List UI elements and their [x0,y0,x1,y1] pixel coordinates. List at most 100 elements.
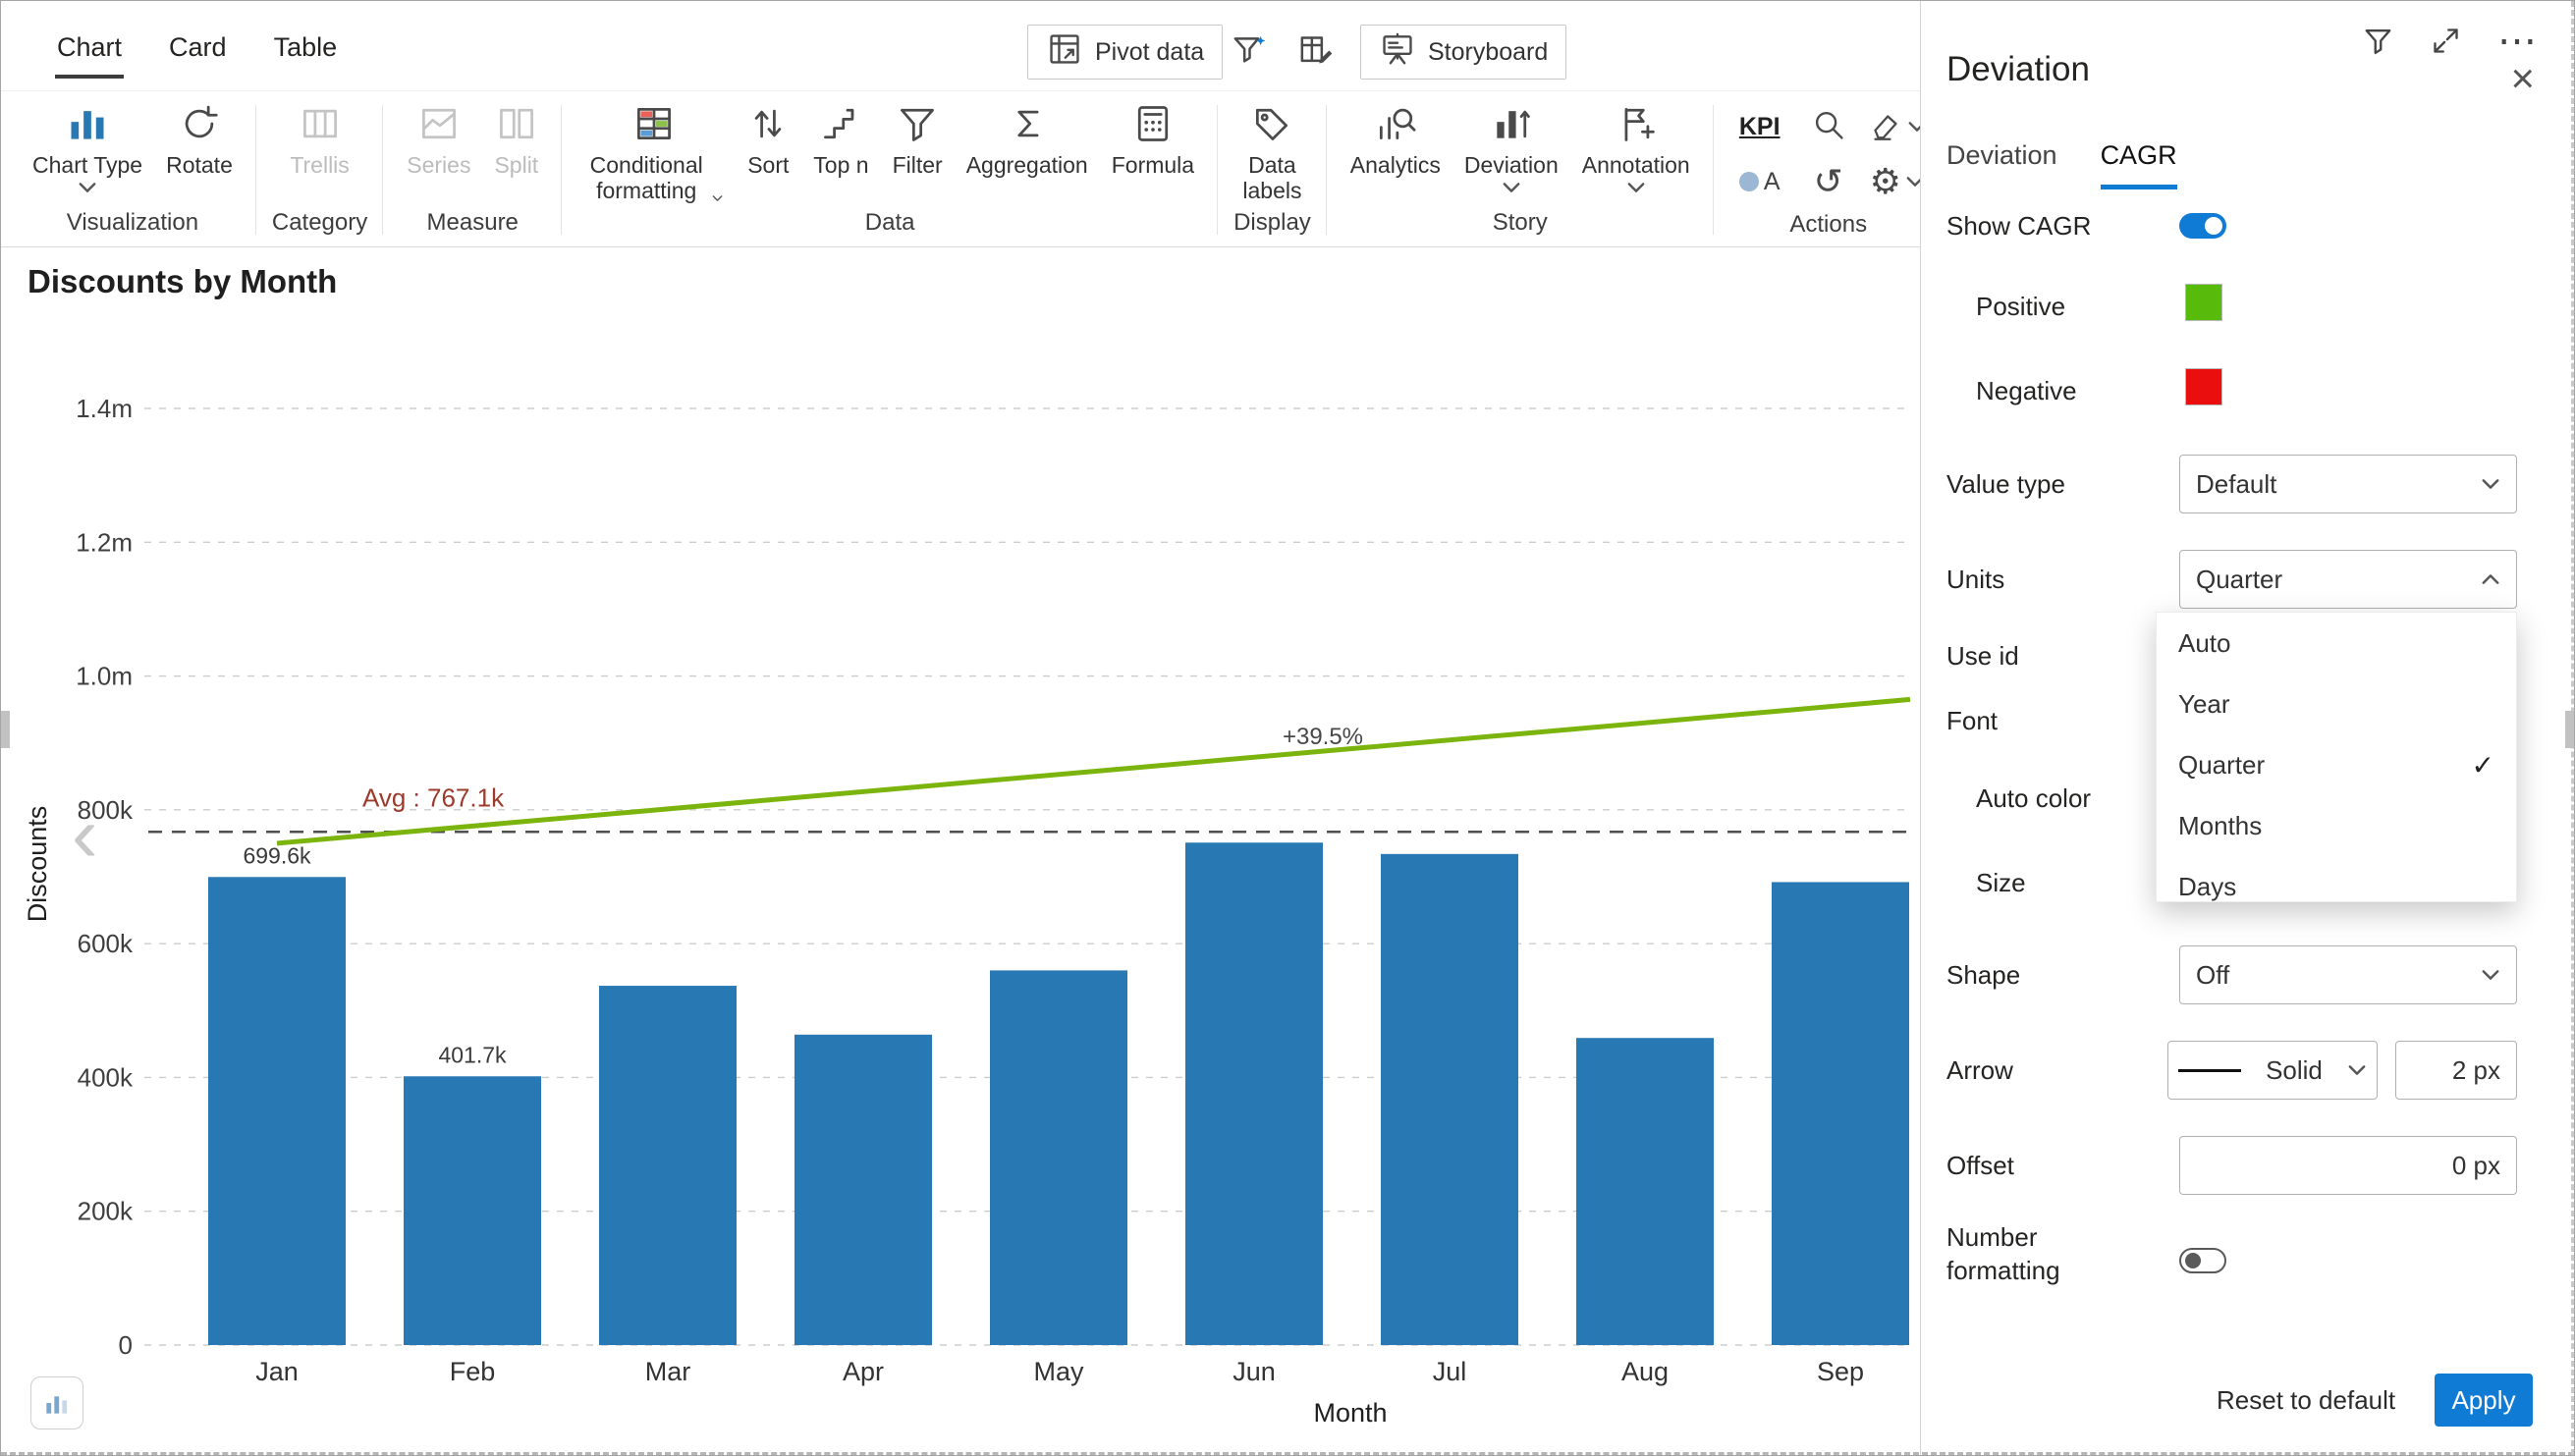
resize-handle-right[interactable] [2565,711,2574,748]
chevron-down-icon [78,182,97,193]
deviation-button[interactable]: Deviation [1452,91,1570,193]
shape-select[interactable]: Off [2179,945,2517,1004]
smart-filter-button[interactable] [1226,27,1273,74]
bar-mar[interactable] [599,986,737,1345]
bar-apr[interactable] [794,1035,932,1345]
analytics-button[interactable]: Analytics [1339,91,1452,179]
x-axis-tick-label: Feb [450,1357,496,1386]
number-formatting-toggle[interactable] [2179,1248,2226,1273]
tag-icon [1250,99,1293,148]
ribbon-tab-bar: Chart Card Table Pivot data [1,1,1920,91]
aggregation-button[interactable]: Aggregation [955,91,1100,179]
group-label-display: Display [1230,207,1315,246]
chevron-up-icon [2481,573,2500,585]
arrow-style-select[interactable]: Solid [2167,1041,2378,1100]
trellis-icon [299,99,342,148]
negative-color-swatch[interactable] [2185,368,2222,405]
pivot-data-button[interactable]: Pivot data [1027,25,1223,80]
series-icon [417,99,461,148]
chevron-down-icon [2481,969,2500,981]
cagr-trend-line[interactable] [277,699,1910,843]
x-axis-tick-label: Mar [645,1357,691,1386]
menu-item-year[interactable]: Year [2157,674,2516,734]
bar-sep[interactable] [1772,882,1909,1345]
resize-handle-left[interactable] [1,711,10,748]
annotation-button[interactable]: Annotation [1570,91,1702,193]
menu-item-auto[interactable]: Auto [2157,613,2516,674]
menu-item-months[interactable]: Months [2157,795,2516,856]
chart-type-icon [66,99,109,148]
average-line-label: Avg : 767.1k [362,782,505,812]
apply-button[interactable]: Apply [2435,1374,2533,1427]
sort-button[interactable]: Sort [735,91,801,179]
tab-deviation[interactable]: Deviation [1946,140,2057,189]
table-edit-icon [1296,30,1336,70]
chart-tools-button[interactable] [30,1376,83,1429]
previous-page-chevron[interactable]: ‹ [72,795,98,874]
show-cagr-toggle[interactable] [2179,213,2226,239]
trellis-button[interactable]: Trellis [278,91,360,179]
bar-feb[interactable] [404,1076,541,1345]
eraser-icon [1868,109,1903,144]
chevron-down-icon [2347,1064,2367,1076]
series-button[interactable]: Series [395,91,482,179]
tab-cagr[interactable]: CAGR [2101,140,2177,189]
bar-jul[interactable] [1381,854,1518,1345]
edit-interactions-button[interactable] [1292,27,1340,74]
ribbon-tab-card[interactable]: Card [167,13,229,79]
bar-jun[interactable] [1185,842,1323,1345]
more-options-icon[interactable]: ⋯ [2497,32,2537,50]
bar-may[interactable] [990,970,1127,1345]
reset-to-default-button[interactable]: Reset to default [2217,1385,2395,1416]
ribbon-group-data: Conditional formatting Sor [562,91,1218,246]
x-axis-tick-label: Jan [255,1357,299,1386]
auto-label-button[interactable]: A [1739,168,1781,196]
top-n-button[interactable]: Top n [801,91,880,179]
analytics-icon [1374,99,1417,148]
undo-button[interactable]: ↺ [1814,164,1843,199]
y-axis-title: Discounts [23,806,52,923]
formula-icon [1131,99,1175,148]
search-button[interactable] [1810,106,1847,148]
ribbon-group-display: Data labels Display [1218,91,1327,246]
formula-button[interactable]: Formula [1100,91,1206,179]
bar-jan[interactable] [208,877,346,1345]
group-label-category: Category [268,207,371,246]
chart-area: Discounts by Month 0200k400k600k800k1.0m… [1,247,1920,1455]
positive-label: Positive [1976,292,2065,322]
ribbon-tabs: Chart Card Table [1,1,1920,90]
menu-item-quarter[interactable]: Quarter ✓ [2157,734,2516,795]
bar-chart: 0200k400k600k800k1.0m1.2m1.4m699.6kJan40… [1,247,1921,1456]
rotate-button[interactable]: Rotate [154,91,245,179]
search-icon [1810,106,1847,143]
ribbon-tab-table[interactable]: Table [272,13,340,79]
filter-button[interactable]: Filter [881,91,955,179]
positive-color-swatch[interactable] [2185,284,2222,321]
color-dot-icon [1739,172,1759,191]
bar-value-label: 699.6k [243,842,311,868]
storyboard-button[interactable]: Storyboard [1360,25,1566,80]
close-icon[interactable]: × [2510,58,2535,99]
rotate-icon [178,99,221,148]
expand-icon[interactable] [2430,25,2462,57]
units-select[interactable]: Quarter [2179,550,2517,609]
settings-button[interactable]: ⚙ [1870,164,1925,199]
split-icon [495,99,538,148]
filter-icon[interactable] [2362,25,2394,57]
conditional-formatting-button[interactable]: Conditional formatting [574,91,735,204]
storyboard-icon [1379,30,1416,75]
value-type-select[interactable]: Default [2179,455,2517,513]
arrow-width-field[interactable]: 2 px [2395,1041,2517,1100]
ribbon-group-story: Analytics Deviation [1327,91,1714,246]
chart-type-button[interactable]: Chart Type [21,91,154,193]
split-button[interactable]: Split [482,91,550,179]
offset-field[interactable]: 0 px [2179,1136,2517,1195]
ribbon-tab-chart[interactable]: Chart [55,13,124,79]
kpi-button[interactable]: KPI [1739,113,1781,141]
y-axis-tick-label: 400k [78,1062,134,1092]
format-painter-button[interactable] [1868,109,1927,144]
data-labels-button[interactable]: Data labels [1230,91,1315,204]
ribbon-group-visualization: Chart Type Rotate [9,91,256,246]
bar-aug[interactable] [1576,1038,1714,1345]
menu-item-days[interactable]: Days [2157,856,2516,902]
